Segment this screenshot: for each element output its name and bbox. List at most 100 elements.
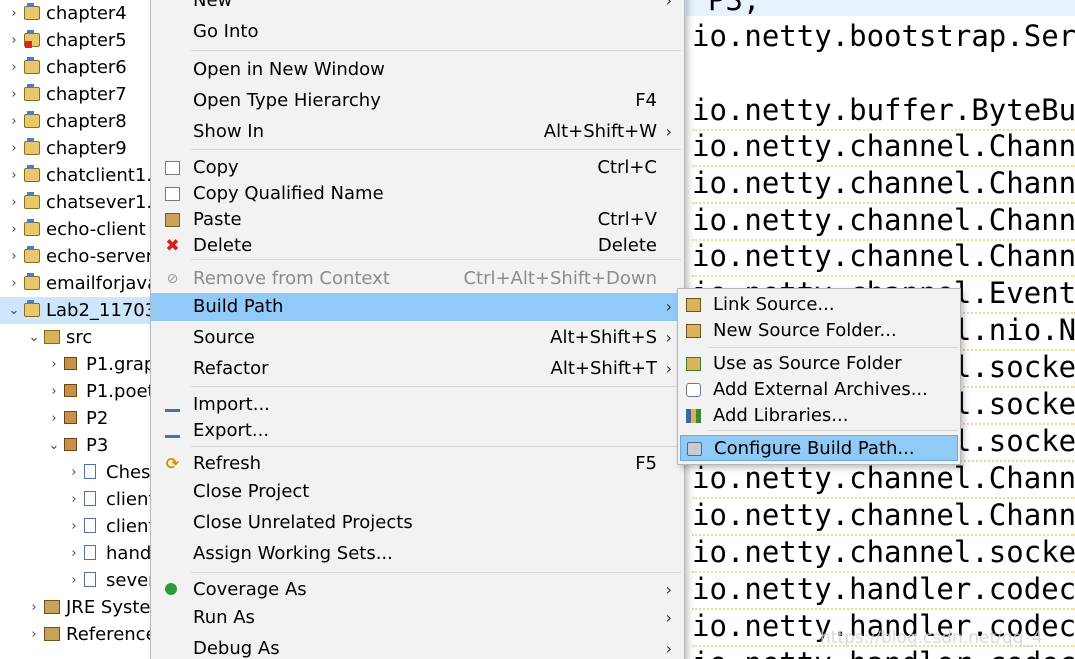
- tree-item[interactable]: › Chess: [0, 459, 152, 486]
- menu-item-label: Build Path: [193, 296, 284, 317]
- menu-item-delete[interactable]: ✖ Delete Delete: [151, 232, 684, 260]
- tree-item[interactable]: › Referenced: [0, 621, 152, 648]
- collapse-arrow-icon[interactable]: ›: [48, 405, 60, 432]
- tree-item[interactable]: › emailforjava: [0, 270, 152, 297]
- collapse-arrow-icon[interactable]: ›: [8, 81, 20, 108]
- tree-item[interactable]: › echo-server: [0, 243, 152, 270]
- collapse-arrow-icon[interactable]: ›: [8, 108, 20, 135]
- menu-item-open-type-hierarchy[interactable]: Open Type Hierarchy F4: [151, 87, 684, 115]
- project-icon: [24, 300, 40, 317]
- tree-item[interactable]: › chapter7: [0, 81, 152, 108]
- menu-item-coverage-as[interactable]: Coverage As ›: [151, 576, 684, 604]
- tree-item[interactable]: › chapter5: [0, 27, 152, 54]
- menu-item-assign-working-sets[interactable]: Assign Working Sets...: [151, 540, 684, 568]
- menu-item-refresh[interactable]: ⟳ Refresh F5: [151, 450, 684, 478]
- tree-item[interactable]: › client: [0, 513, 152, 540]
- export-icon: [165, 424, 180, 438]
- tree-item[interactable]: › P2: [0, 405, 152, 432]
- menu-item-open-in-new-window[interactable]: Open in New Window: [151, 56, 684, 84]
- tree-item[interactable]: › P1.poet: [0, 378, 152, 405]
- menu-item-label: Copy: [193, 157, 239, 178]
- menu-item-show-in[interactable]: Show In Alt+Shift+W ›: [151, 118, 684, 146]
- submenu-item-use-as-source-folder[interactable]: Use as Source Folder: [680, 351, 958, 377]
- menu-separator: [191, 149, 681, 150]
- tree-item[interactable]: › chatsever1.0: [0, 189, 152, 216]
- submenu-arrow-icon: ›: [665, 580, 672, 599]
- collapse-arrow-icon[interactable]: ›: [48, 378, 60, 405]
- collapse-arrow-icon[interactable]: ›: [28, 594, 40, 621]
- collapse-arrow-icon[interactable]: ›: [68, 459, 80, 486]
- code-line: io.netty.channel.Chann: [692, 238, 1075, 277]
- tree-item-label: chatsever1.0: [46, 192, 152, 213]
- collapse-arrow-icon[interactable]: ›: [8, 243, 20, 270]
- menu-separator: [191, 259, 681, 260]
- tree-item[interactable]: › hand: [0, 540, 152, 567]
- collapse-arrow-icon[interactable]: ›: [8, 27, 20, 54]
- menu-item-close-project[interactable]: Close Project: [151, 478, 684, 506]
- menu-item-source[interactable]: Source Alt+Shift+S ›: [151, 324, 684, 352]
- context-menu: New › Go Into Open in New Window Open Type H…: [150, 0, 685, 659]
- submenu-item-configure-build-path[interactable]: Configure Build Path...: [680, 435, 958, 461]
- tree-item-label: chapter5: [46, 30, 127, 51]
- submenu-item-new-source-folder[interactable]: New Source Folder...: [680, 318, 958, 344]
- menu-item-shortcut: Ctrl+V: [597, 209, 657, 230]
- menu-item-copy[interactable]: Copy Ctrl+C: [151, 154, 684, 182]
- menu-item-refactor[interactable]: Refactor Alt+Shift+T ›: [151, 355, 684, 383]
- expand-arrow-icon[interactable]: ⌄: [48, 432, 60, 459]
- menu-item-debug-as[interactable]: Debug As ›: [151, 635, 684, 659]
- add-libraries-icon: [686, 409, 701, 423]
- code-line: io.netty.buffer.ByteBu: [692, 92, 1075, 131]
- link-source-icon: [686, 298, 701, 312]
- tree-item-label: echo-server: [46, 246, 152, 267]
- menu-item-run-as[interactable]: Run As ›: [151, 604, 684, 632]
- collapse-arrow-icon[interactable]: ›: [28, 621, 40, 648]
- menu-item-new[interactable]: New ›: [151, 0, 684, 15]
- menu-item-close-unrelated-projects[interactable]: Close Unrelated Projects: [151, 509, 684, 537]
- menu-item-copy-qualified-name[interactable]: Copy Qualified Name: [151, 180, 684, 208]
- tree-item[interactable]: › chapter4: [0, 0, 152, 27]
- collapse-arrow-icon[interactable]: ›: [68, 540, 80, 567]
- submenu-separator: [708, 430, 958, 431]
- submenu-item-label: Add External Archives...: [713, 379, 928, 400]
- collapse-arrow-icon[interactable]: ›: [68, 486, 80, 513]
- collapse-arrow-icon[interactable]: ›: [8, 162, 20, 189]
- collapse-arrow-icon[interactable]: ›: [48, 351, 60, 378]
- collapse-arrow-icon[interactable]: ›: [68, 567, 80, 594]
- tree-item[interactable]: › chapter8: [0, 108, 152, 135]
- menu-item-build-path[interactable]: Build Path ›: [151, 293, 684, 321]
- collapse-arrow-icon[interactable]: ›: [8, 54, 20, 81]
- external-archive-icon: [686, 383, 701, 397]
- tree-item[interactable]: › chapter9: [0, 135, 152, 162]
- java-file-icon: [84, 518, 96, 533]
- submenu-arrow-icon: ›: [665, 0, 672, 10]
- menu-item-export[interactable]: Export...: [151, 417, 684, 445]
- submenu-item-add-external-archives[interactable]: Add External Archives...: [680, 377, 958, 403]
- collapse-arrow-icon[interactable]: ›: [8, 189, 20, 216]
- menu-item-go-into[interactable]: Go Into: [151, 18, 684, 46]
- menu-item-paste[interactable]: Paste Ctrl+V: [151, 206, 684, 234]
- submenu-item-label: Configure Build Path...: [714, 438, 915, 459]
- tree-item[interactable]: › client: [0, 486, 152, 513]
- collapse-arrow-icon[interactable]: ›: [68, 513, 80, 540]
- tree-item[interactable]: › P1.graph: [0, 351, 152, 378]
- tree-item[interactable]: › JRE System: [0, 594, 152, 621]
- collapse-arrow-icon[interactable]: ›: [8, 135, 20, 162]
- expand-arrow-icon[interactable]: ⌄: [28, 324, 40, 351]
- submenu-item-add-libraries[interactable]: Add Libraries...: [680, 403, 958, 429]
- collapse-arrow-icon[interactable]: ›: [8, 216, 20, 243]
- collapse-arrow-icon[interactable]: ›: [8, 0, 20, 27]
- tree-item-label: hand: [106, 543, 152, 564]
- tree-item[interactable]: ⌄ P3: [0, 432, 152, 459]
- collapse-arrow-icon[interactable]: ›: [8, 270, 20, 297]
- tree-item[interactable]: › echo-client: [0, 216, 152, 243]
- tree-item[interactable]: ⌄ src: [0, 324, 152, 351]
- library-icon: [44, 627, 60, 641]
- tree-item[interactable]: › chatclient1.0: [0, 162, 152, 189]
- tree-item[interactable]: › chapter6: [0, 54, 152, 81]
- expand-arrow-icon[interactable]: ⌄: [8, 297, 20, 324]
- menu-item-import[interactable]: Import...: [151, 391, 684, 419]
- submenu-item-link-source[interactable]: Link Source...: [680, 292, 958, 318]
- tree-item[interactable]: › sever: [0, 567, 152, 594]
- tree-item[interactable]: ⌄ Lab2_117030: [0, 297, 152, 324]
- menu-item-label: Close Project: [193, 481, 310, 502]
